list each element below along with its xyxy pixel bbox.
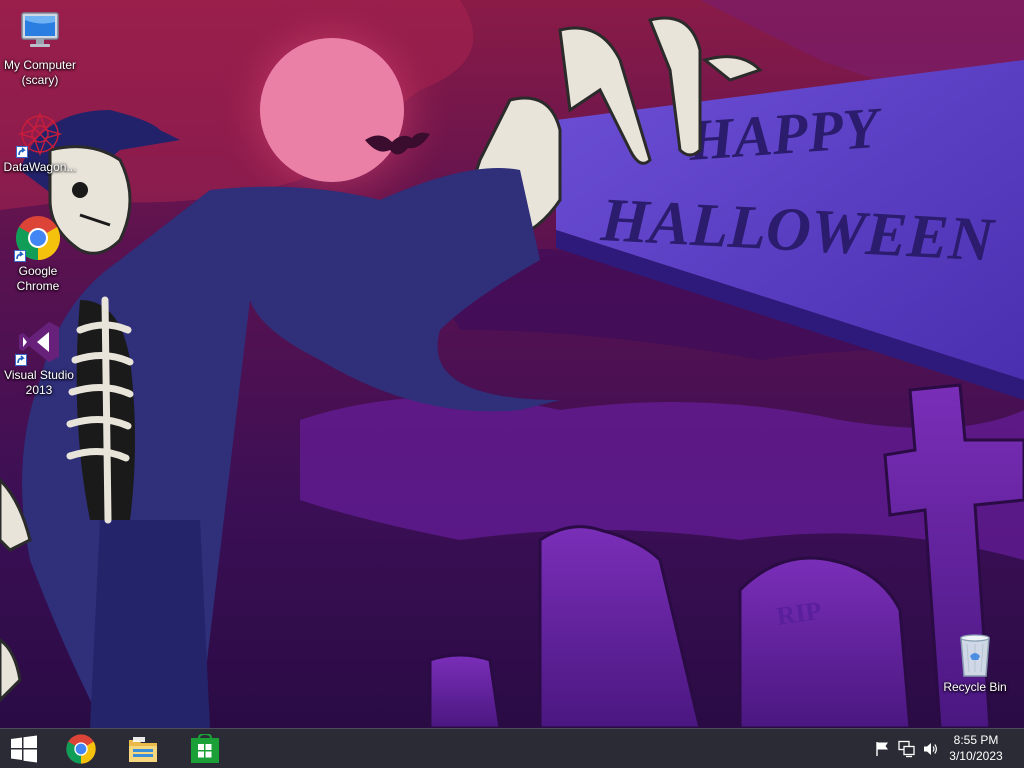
visual-studio-icon [15, 318, 63, 366]
taskbar: 8:55 PM 3/10/2023 [0, 728, 1024, 768]
desktop-icon-label: Google Chrome [16, 264, 60, 293]
taskbar-chrome-button[interactable] [58, 729, 104, 768]
taskbar-file-explorer-button[interactable] [120, 729, 166, 768]
sign-text-happy: HAPPY [685, 95, 885, 173]
desktop-icon-visual-studio[interactable]: Visual Studio 2013 [0, 318, 79, 398]
desktop-icon-datawagon[interactable]: DataWagon... [0, 110, 80, 175]
start-icon [11, 735, 37, 763]
start-button[interactable] [0, 729, 48, 768]
volume-icon[interactable] [922, 740, 940, 758]
clock-time: 8:55 PM [953, 733, 999, 747]
shortcut-arrow-icon [16, 146, 28, 158]
desktop-icon-label: My Computer (scary) [3, 58, 77, 87]
recycle-bin-icon [951, 630, 999, 678]
action-center-flag-icon[interactable] [874, 740, 892, 758]
shortcut-arrow-icon [15, 354, 27, 366]
taskbar-clock[interactable]: 8:55 PM 3/10/2023 [940, 732, 1012, 764]
tombstone-text: RIP [775, 596, 823, 631]
desktop-icon-label: Recycle Bin [943, 680, 1007, 694]
desktop-icon-label: DataWagon... [3, 160, 77, 174]
network-icon[interactable] [898, 740, 916, 758]
shortcut-arrow-icon [14, 250, 26, 262]
desktop-icon-my-computer[interactable]: My Computer (scary) [0, 8, 80, 88]
desktop-icon-recycle-bin[interactable]: Recycle Bin [935, 630, 1015, 695]
chrome-icon [66, 734, 96, 764]
desktop-icon-label: Visual Studio 2013 [4, 368, 74, 397]
datawagon-icon [16, 110, 64, 158]
halloween-wallpaper: HAPPY HALLOWEEN RIP [0, 0, 1024, 728]
chrome-icon [14, 214, 62, 262]
computer-icon [16, 8, 64, 56]
taskbar-store-button[interactable] [182, 729, 228, 768]
clock-date: 3/10/2023 [949, 749, 1003, 763]
desktop-icon-google-chrome[interactable]: Google Chrome [0, 214, 78, 294]
store-icon [191, 734, 219, 763]
file-explorer-icon [129, 737, 157, 762]
